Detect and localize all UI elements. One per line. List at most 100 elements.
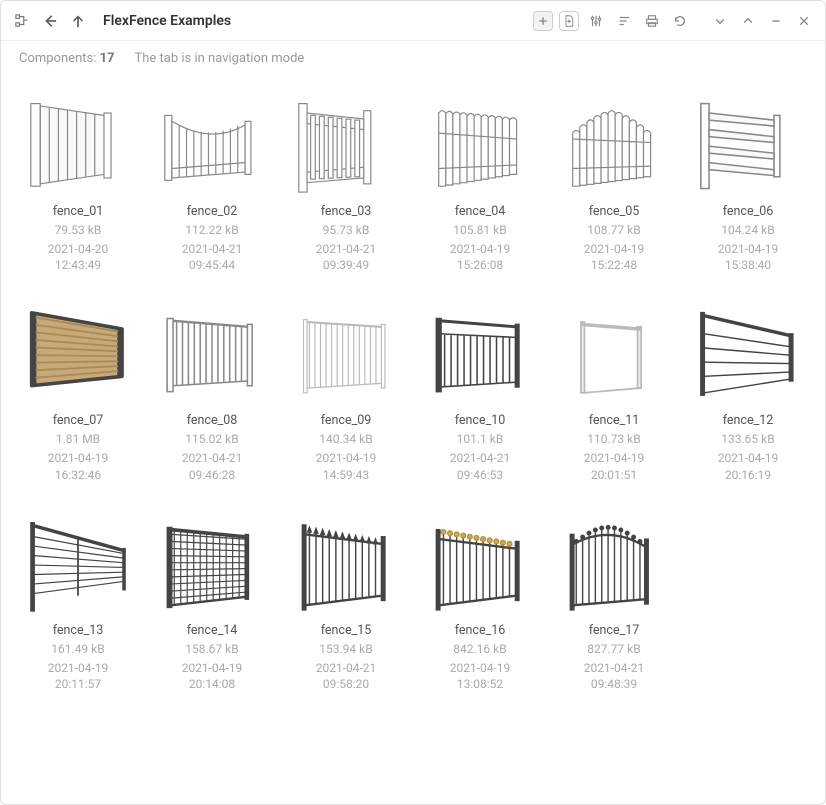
settings-sliders-icon[interactable]	[585, 10, 607, 32]
chevron-down-icon[interactable]	[709, 10, 731, 32]
item-thumbnail	[19, 499, 137, 617]
item-thumbnail	[421, 289, 539, 407]
grid-item[interactable]: fence_12 133.65 kB 2021-04-19 20:16:19	[683, 285, 813, 486]
item-name: fence_07	[53, 413, 104, 428]
item-date: 2021-04-19 20:14:08	[182, 660, 243, 692]
grid-item[interactable]: fence_07 1.81 MB 2021-04-19 16:32:46	[13, 285, 143, 486]
item-date: 2021-04-19 20:16:19	[718, 450, 779, 482]
item-name: fence_08	[187, 413, 238, 428]
item-name: fence_10	[455, 413, 506, 428]
item-date: 2021-04-19 20:11:57	[48, 660, 109, 692]
grid-item[interactable]: fence_08 115.02 kB 2021-04-21 09:46:28	[147, 285, 277, 486]
statusbar: Components: 17 The tab is in navigation …	[1, 41, 825, 72]
item-thumbnail	[689, 80, 807, 198]
item-size: 110.73 kB	[587, 432, 640, 446]
item-name: fence_06	[723, 204, 774, 219]
item-thumbnail	[19, 289, 137, 407]
window-title: FlexFence Examples	[103, 13, 231, 29]
grid-item[interactable]: fence_11 110.73 kB 2021-04-19 20:01:51	[549, 285, 679, 486]
grid-item[interactable]: fence_01 79.53 kB 2021-04-20 12:43:49	[13, 76, 143, 277]
item-name: fence_14	[187, 623, 238, 638]
grid-item[interactable]: fence_15 153.94 kB 2021-04-21 09:58:20	[281, 495, 411, 696]
item-name: fence_16	[455, 623, 506, 638]
grid-item[interactable]: fence_17 827.77 kB 2021-04-21 09:48:39	[549, 495, 679, 696]
item-thumbnail	[153, 499, 271, 617]
item-thumbnail	[287, 80, 405, 198]
item-name: fence_01	[53, 204, 104, 219]
item-name: fence_09	[321, 413, 372, 428]
grid-item[interactable]: fence_04 105.81 kB 2021-04-19 15:26:08	[415, 76, 545, 277]
grid-item[interactable]: fence_14 158.67 kB 2021-04-19 20:14:08	[147, 495, 277, 696]
item-date: 2021-04-19 16:32:46	[48, 450, 109, 482]
sort-icon[interactable]	[613, 10, 635, 32]
grid-item[interactable]: fence_05 108.77 kB 2021-04-19 15:22:48	[549, 76, 679, 277]
item-thumbnail	[555, 80, 673, 198]
titlebar: FlexFence Examples	[1, 1, 825, 41]
item-size: 161.49 kB	[51, 642, 104, 656]
item-thumbnail	[689, 289, 807, 407]
chevron-up-icon[interactable]	[737, 10, 759, 32]
item-date: 2021-04-19 14:59:43	[316, 450, 377, 482]
grid-item[interactable]: fence_06 104.24 kB 2021-04-19 15:38:40	[683, 76, 813, 277]
item-date: 2021-04-19 15:22:48	[584, 241, 645, 273]
item-name: fence_17	[589, 623, 640, 638]
item-date: 2021-04-21 09:46:28	[182, 450, 243, 482]
back-arrow-icon[interactable]	[39, 10, 61, 32]
item-thumbnail	[287, 289, 405, 407]
item-thumbnail	[19, 80, 137, 198]
item-size: 101.1 kB	[457, 432, 504, 446]
item-name: fence_03	[321, 204, 372, 219]
grid-item[interactable]: fence_03 95.73 kB 2021-04-21 09:39:49	[281, 76, 411, 277]
item-size: 108.77 kB	[587, 223, 640, 237]
print-icon[interactable]	[641, 10, 663, 32]
item-name: fence_15	[321, 623, 372, 638]
main-window: FlexFence Examples	[0, 0, 826, 805]
item-size: 1.81 MB	[56, 432, 100, 446]
item-date: 2021-04-19 15:26:08	[450, 241, 511, 273]
item-name: fence_12	[723, 413, 774, 428]
refresh-icon[interactable]	[669, 10, 691, 32]
up-arrow-icon[interactable]	[67, 10, 89, 32]
grid-item[interactable]: fence_10 101.1 kB 2021-04-21 09:46:53	[415, 285, 545, 486]
add-file-icon[interactable]	[559, 11, 579, 31]
item-date: 2021-04-19 13:08:52	[450, 660, 511, 692]
item-date: 2021-04-21 09:58:20	[316, 660, 377, 692]
add-item-icon[interactable]	[533, 11, 553, 31]
item-size: 827.77 kB	[587, 642, 640, 656]
item-thumbnail	[153, 80, 271, 198]
close-icon[interactable]	[793, 10, 815, 32]
minimize-icon[interactable]	[765, 10, 787, 32]
item-size: 153.94 kB	[319, 642, 372, 656]
item-size: 140.34 kB	[319, 432, 372, 446]
item-date: 2021-04-21 09:45:44	[182, 241, 243, 273]
item-thumbnail	[555, 499, 673, 617]
item-date: 2021-04-21 09:39:49	[316, 241, 377, 273]
item-date: 2021-04-20 12:43:49	[48, 241, 109, 273]
grid-item[interactable]: fence_16 842.16 kB 2021-04-19 13:08:52	[415, 495, 545, 696]
grid-item[interactable]: fence_09 140.34 kB 2021-04-19 14:59:43	[281, 285, 411, 486]
item-date: 2021-04-19 20:01:51	[584, 450, 645, 482]
item-thumbnail	[421, 80, 539, 198]
item-size: 133.65 kB	[721, 432, 774, 446]
item-name: fence_04	[455, 204, 506, 219]
item-size: 158.67 kB	[185, 642, 238, 656]
item-thumbnail	[421, 499, 539, 617]
item-name: fence_11	[589, 413, 640, 428]
item-date: 2021-04-19 15:38:40	[718, 241, 779, 273]
components-label: Components: 17	[19, 51, 115, 66]
item-size: 842.16 kB	[453, 642, 506, 656]
mode-text: The tab is in navigation mode	[135, 51, 305, 66]
grid-item[interactable]: fence_02 112.22 kB 2021-04-21 09:45:44	[147, 76, 277, 277]
components-count: 17	[100, 51, 115, 66]
item-size: 104.24 kB	[721, 223, 774, 237]
titlebar-right-group	[533, 10, 815, 32]
titlebar-left-group: FlexFence Examples	[11, 10, 231, 32]
grid-item[interactable]: fence_13 161.49 kB 2021-04-19 20:11:57	[13, 495, 143, 696]
item-thumbnail	[555, 289, 673, 407]
item-size: 112.22 kB	[185, 223, 238, 237]
item-size: 115.02 kB	[185, 432, 238, 446]
item-name: fence_05	[589, 204, 640, 219]
tree-toggle-icon[interactable]	[11, 10, 33, 32]
item-grid: fence_01 79.53 kB 2021-04-20 12:43:49 fe…	[1, 72, 825, 708]
item-name: fence_02	[187, 204, 238, 219]
